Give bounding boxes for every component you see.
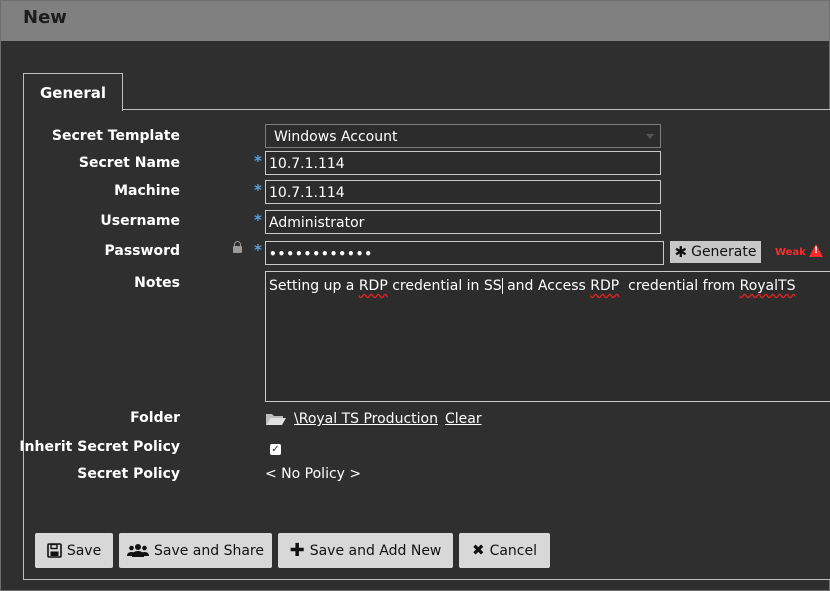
generate-label: Generate [691, 244, 757, 260]
secret-template-value: Windows Account [274, 129, 398, 145]
password-input[interactable]: •••••••••••• [265, 241, 664, 265]
secret-name-input[interactable]: 10.7.1.114 [265, 151, 661, 175]
secret-policy-value: < No Policy > [265, 466, 362, 482]
tab-general[interactable]: General [23, 73, 123, 111]
save-label: Save [66, 542, 102, 559]
notes-label: Notes [134, 275, 180, 291]
inherit-secret-policy-checkbox[interactable]: ✓ [270, 444, 281, 455]
required-asterisk: * [254, 241, 262, 259]
notes-textarea[interactable]: Setting up a RDP credential in SS and Ac… [265, 271, 830, 402]
username-label: Username [100, 213, 180, 229]
username-input[interactable]: Administrator [265, 210, 661, 234]
notes-text-misspelled: RDP [590, 278, 620, 294]
secret-name-label: Secret Name [78, 155, 180, 171]
cancel-button[interactable]: ✖ Cancel [459, 533, 550, 568]
title-bar: New [1, 1, 829, 41]
machine-input[interactable]: 10.7.1.114 [265, 180, 661, 204]
save-and-share-label: Save and Share [153, 542, 264, 559]
required-asterisk: * [254, 152, 262, 170]
notes-text: credential from [619, 278, 740, 294]
inherit-secret-policy-label: Inherit Secret Policy [19, 439, 180, 455]
required-asterisk: * [254, 181, 262, 199]
dialog-window: New General Secret Template Windows Acco… [0, 0, 830, 591]
notes-text: credential in SS [387, 278, 502, 294]
save-and-share-button[interactable]: Save and Share [119, 533, 272, 568]
save-and-add-new-button[interactable]: ✚ Save and Add New [278, 533, 453, 568]
secret-policy-label: Secret Policy [77, 466, 180, 482]
required-asterisk: * [254, 211, 262, 229]
password-strength: Weak [775, 247, 806, 258]
plus-icon: ✚ [289, 539, 305, 561]
secret-template-select[interactable]: Windows Account [265, 124, 661, 148]
save-button[interactable]: Save [35, 533, 113, 568]
notes-text-misspelled: RoyalTS [739, 278, 796, 294]
generate-button[interactable]: ✱ Generate [670, 241, 761, 263]
chevron-down-icon [646, 134, 654, 139]
users-icon [126, 544, 149, 557]
lock-icon [233, 241, 242, 253]
notes-text-misspelled: RDP [358, 278, 388, 294]
secret-template-label: Secret Template [51, 128, 180, 144]
folder-open-icon [266, 414, 286, 425]
save-and-add-new-label: Save and Add New [309, 542, 442, 559]
x-icon: ✖ [471, 541, 485, 559]
password-label: Password [104, 243, 180, 259]
notes-text: Setting up a [269, 278, 359, 294]
floppy-disk-icon [47, 543, 62, 558]
clear-folder-link[interactable]: Clear [445, 411, 482, 427]
cancel-label: Cancel [489, 542, 537, 559]
notes-text: and Access [501, 278, 591, 294]
window-title: New [23, 7, 67, 28]
warning-icon [809, 244, 823, 257]
machine-label: Machine [114, 183, 180, 199]
folder-label: Folder [130, 410, 180, 426]
folder-link[interactable]: \Royal TS Production [294, 411, 438, 427]
asterisk-icon: ✱ [674, 242, 688, 261]
